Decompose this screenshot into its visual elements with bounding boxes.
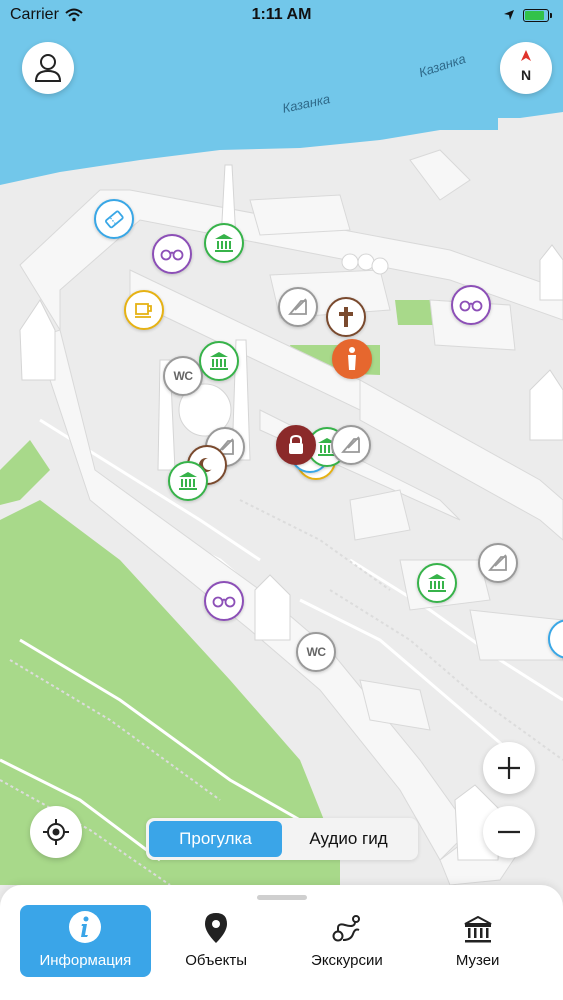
tab-label: Информация <box>39 952 132 969</box>
cafe-poi[interactable] <box>124 290 164 330</box>
profile-button[interactable] <box>22 42 74 94</box>
mode-walk-option[interactable]: Прогулка <box>149 821 282 857</box>
minus-icon <box>498 830 520 834</box>
binoculars-icon <box>459 300 483 312</box>
lock-icon <box>289 434 303 454</box>
monument-icon <box>341 436 360 453</box>
museum-icon <box>464 916 492 943</box>
compass-north-label: N <box>520 67 532 83</box>
compass-button[interactable]: N <box>500 42 552 94</box>
bottom-tab-bar: Информация Объекты Экскурсии Музеи <box>20 905 543 977</box>
monument-icon <box>488 554 507 571</box>
compass-arrow-icon <box>521 50 531 61</box>
monument-poi[interactable] <box>278 287 318 327</box>
my-location-button[interactable] <box>30 806 82 858</box>
wc-label: WC <box>306 645 327 659</box>
tab-label: Музеи <box>455 952 500 969</box>
museum-icon <box>210 352 228 370</box>
tab-label: Объекты <box>185 952 248 969</box>
church-poi[interactable] <box>326 297 366 337</box>
ticket-poi[interactable] <box>94 199 134 239</box>
bottom-sheet: Информация Объекты Экскурсии Музеи <box>0 885 563 1000</box>
carrier-label: Carrier <box>10 6 59 23</box>
monument-icon <box>288 298 307 315</box>
museum-poi[interactable] <box>168 461 208 501</box>
tab-information[interactable]: Информация <box>20 905 151 977</box>
person-statue-icon <box>348 347 356 370</box>
zoom-in-button[interactable] <box>483 742 535 794</box>
binoculars-icon <box>160 249 184 261</box>
viewpoint-poi[interactable] <box>204 581 244 621</box>
museum-icon <box>179 472 197 490</box>
viewpoint-poi[interactable] <box>152 234 192 274</box>
zoom-out-button[interactable] <box>483 806 535 858</box>
statue-poi[interactable] <box>332 339 372 379</box>
tab-objects[interactable]: Объекты <box>151 905 282 977</box>
battery-icon <box>523 8 552 22</box>
sheet-grabber[interactable] <box>257 895 307 900</box>
monument-poi[interactable] <box>331 425 371 465</box>
lock-poi[interactable] <box>276 425 316 465</box>
wc-poi[interactable]: WC <box>163 356 203 396</box>
museum-poi[interactable] <box>417 563 457 603</box>
museum-poi[interactable] <box>199 341 239 381</box>
coffee-cup-icon <box>135 303 152 318</box>
info-icon <box>69 911 102 943</box>
wc-label: WC <box>173 369 194 383</box>
monument-poi[interactable] <box>478 543 518 583</box>
location-pin-icon <box>205 913 228 943</box>
museum-icon <box>428 574 446 592</box>
binoculars-icon <box>212 596 236 608</box>
status-time: 1:11 AM <box>251 6 312 23</box>
museum-poi[interactable] <box>204 223 244 263</box>
status-bar: Carrier 1:11 AM <box>0 0 563 30</box>
user-icon <box>34 54 62 82</box>
wifi-icon <box>65 8 83 22</box>
plus-icon <box>498 757 520 779</box>
ticket-icon <box>105 210 124 229</box>
mode-audio-guide-option[interactable]: Аудио гид <box>282 821 415 857</box>
cross-icon <box>339 307 353 327</box>
crosshair-icon <box>43 819 69 845</box>
viewpoint-poi[interactable] <box>451 285 491 325</box>
museum-icon <box>215 234 233 252</box>
tab-museums[interactable]: Музеи <box>412 905 543 977</box>
location-arrow-icon <box>504 10 514 20</box>
route-icon <box>332 915 360 942</box>
tab-label: Экскурсии <box>311 952 383 969</box>
tab-excursions[interactable]: Экскурсии <box>282 905 413 977</box>
wc-poi[interactable]: WC <box>296 632 336 672</box>
mode-switch: Прогулка Аудио гид <box>146 818 418 860</box>
